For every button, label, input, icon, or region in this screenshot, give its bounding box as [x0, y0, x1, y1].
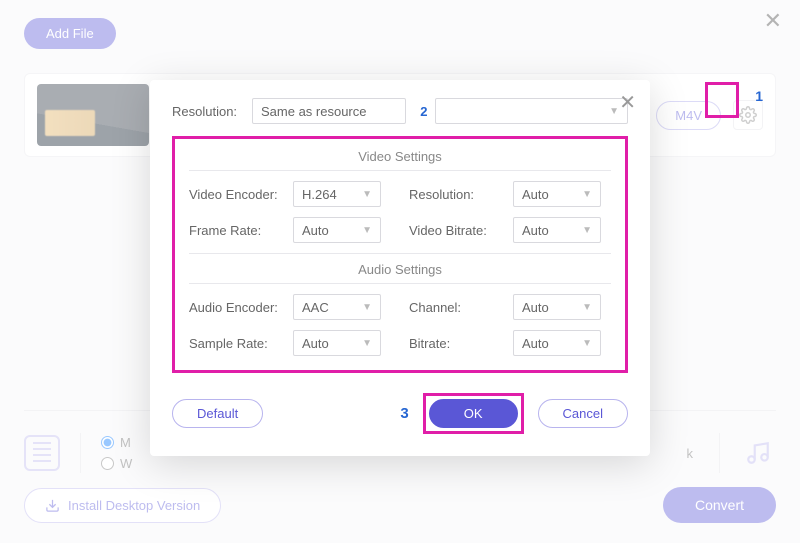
chevron-down-icon: ▼	[362, 302, 372, 313]
chevron-down-icon: ▼	[362, 225, 372, 236]
chevron-down-icon: ▼	[362, 338, 372, 349]
sample-rate-select[interactable]: Auto▼	[293, 330, 381, 356]
frame-rate-label: Frame Rate:	[189, 223, 285, 238]
close-icon[interactable]: ✕	[619, 90, 636, 115]
frame-rate-select[interactable]: Auto▼	[293, 217, 381, 243]
audio-encoder-label: Audio Encoder:	[189, 300, 285, 315]
radio-option-1[interactable]: M	[101, 435, 132, 450]
radio-option-2[interactable]: W	[101, 456, 132, 471]
close-icon[interactable]: ✕	[764, 8, 782, 34]
video-thumbnail	[37, 84, 149, 146]
resolution-select[interactable]: Same as resource	[252, 98, 406, 124]
ok-button[interactable]: OK	[429, 399, 518, 428]
audio-bitrate-label: Bitrate:	[409, 336, 505, 351]
settings-frame: Video Settings Video Encoder: H.264▼ Res…	[172, 136, 628, 373]
resolution-label: Resolution:	[172, 104, 244, 119]
video-bitrate-select[interactable]: Auto▼	[513, 217, 601, 243]
channel-select[interactable]: Auto▼	[513, 294, 601, 320]
channel-label: Channel:	[409, 300, 505, 315]
video-encoder-select[interactable]: H.264▼	[293, 181, 381, 207]
gear-icon[interactable]	[733, 100, 763, 130]
video-encoder-label: Video Encoder:	[189, 187, 285, 202]
annotation-label-1: 1	[755, 88, 763, 104]
trailing-text: k	[687, 446, 694, 461]
chevron-down-icon: ▼	[582, 338, 592, 349]
default-button[interactable]: Default	[172, 399, 263, 428]
install-desktop-button[interactable]: Install Desktop Version	[24, 488, 221, 523]
settings-dialog: ✕ Resolution: Same as resource 2 ▼ Video…	[150, 80, 650, 456]
audio-encoder-select[interactable]: AAC▼	[293, 294, 381, 320]
chevron-down-icon: ▼	[609, 106, 619, 117]
cancel-button[interactable]: Cancel	[538, 399, 628, 428]
install-desktop-label: Install Desktop Version	[68, 498, 200, 513]
chevron-down-icon: ▼	[582, 225, 592, 236]
sample-rate-label: Sample Rate:	[189, 336, 285, 351]
format-pill[interactable]: M4V	[656, 101, 721, 130]
convert-button[interactable]: Convert	[663, 487, 776, 523]
film-icon[interactable]	[24, 435, 60, 471]
video-bitrate-label: Video Bitrate:	[409, 223, 505, 238]
annotation-label-2: 2	[420, 104, 427, 119]
video-resolution-label: Resolution:	[409, 187, 505, 202]
audio-settings-title: Audio Settings	[189, 253, 611, 284]
audio-bitrate-select[interactable]: Auto▼	[513, 330, 601, 356]
chevron-down-icon: ▼	[362, 189, 372, 200]
annotation-highlight-3: OK	[423, 393, 524, 434]
video-resolution-select[interactable]: Auto▼	[513, 181, 601, 207]
annotation-label-3: 3	[400, 405, 408, 422]
secondary-select[interactable]: ▼	[435, 98, 628, 124]
divider	[719, 433, 720, 473]
divider	[80, 433, 81, 473]
music-icon[interactable]	[740, 435, 776, 471]
video-settings-title: Video Settings	[189, 149, 611, 171]
chevron-down-icon: ▼	[582, 189, 592, 200]
add-file-button[interactable]: Add File	[24, 18, 116, 49]
chevron-down-icon: ▼	[582, 302, 592, 313]
